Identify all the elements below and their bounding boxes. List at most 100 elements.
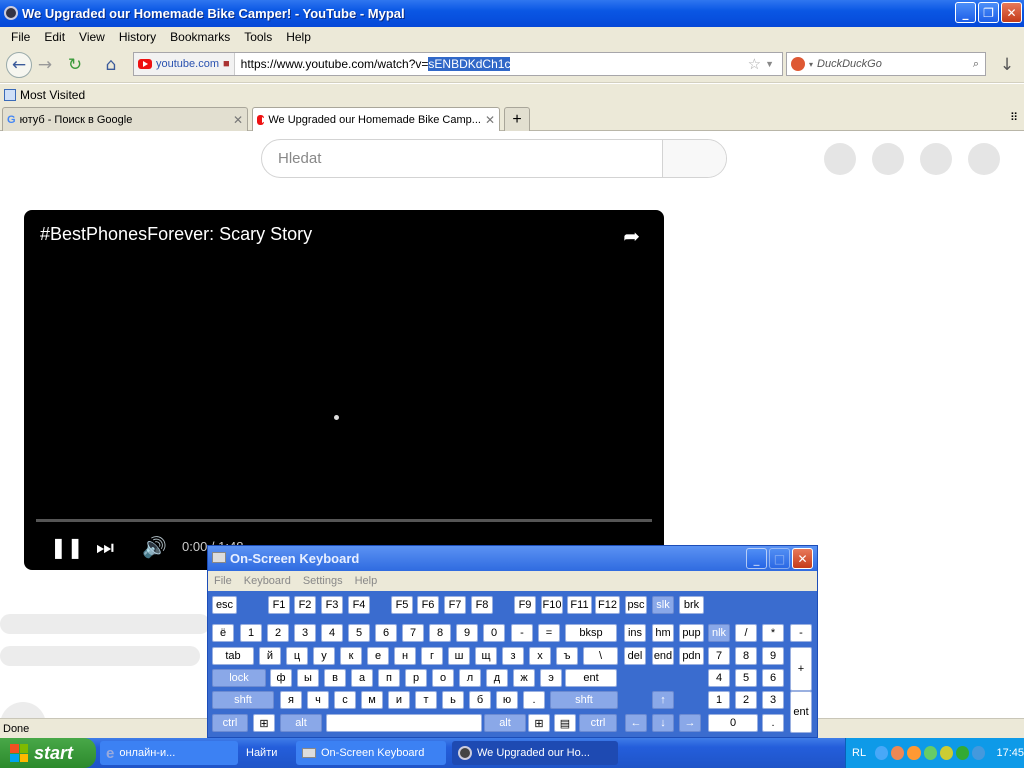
- taskbar-item-find[interactable]: Найти: [240, 741, 290, 765]
- placeholder-icon[interactable]: [824, 143, 856, 175]
- key-F7[interactable]: F7: [444, 596, 466, 614]
- menu-history[interactable]: History: [112, 30, 163, 44]
- key-bksp[interactable]: bksp: [565, 624, 617, 642]
- on-screen-keyboard-window[interactable]: On-Screen Keyboard _ □ ✕ File Keyboard S…: [207, 545, 818, 738]
- key-9[interactable]: 9: [456, 624, 478, 642]
- key-symbol[interactable]: з: [502, 647, 524, 665]
- placeholder-icon[interactable]: [920, 143, 952, 175]
- key-6[interactable]: 6: [762, 669, 784, 687]
- reload-icon[interactable]: ↻: [62, 52, 88, 78]
- key-symbol[interactable]: д: [486, 669, 508, 687]
- key-7[interactable]: 7: [402, 624, 424, 642]
- pause-icon[interactable]: ❚❚: [50, 535, 84, 559]
- key-symbol[interactable]: -: [511, 624, 533, 642]
- key-symbol[interactable]: ф: [270, 669, 292, 687]
- key-symbol[interactable]: г: [421, 647, 443, 665]
- key-F6[interactable]: F6: [417, 596, 439, 614]
- yt-search-button[interactable]: [662, 140, 726, 177]
- key-2[interactable]: 2: [735, 691, 757, 709]
- close-button[interactable]: ✕: [1001, 2, 1022, 23]
- up-arrow-icon[interactable]: ↑: [652, 691, 674, 709]
- key-symbol[interactable]: ш: [448, 647, 470, 665]
- key-symbol[interactable]: /: [735, 624, 757, 642]
- menu-view[interactable]: View: [72, 30, 112, 44]
- key-9[interactable]: 9: [762, 647, 784, 665]
- taskbar-item-browser[interactable]: e онлайн-и...: [100, 741, 238, 765]
- key-4[interactable]: 4: [708, 669, 730, 687]
- key-symbol[interactable]: =: [538, 624, 560, 642]
- key-F9[interactable]: F9: [514, 596, 536, 614]
- taskbar-item-osk[interactable]: On-Screen Keyboard: [296, 741, 446, 765]
- most-visited-link[interactable]: Most Visited: [20, 88, 85, 102]
- key-symbol[interactable]: п: [378, 669, 400, 687]
- key-ctrl[interactable]: ctrl: [579, 714, 617, 732]
- key-symbol[interactable]: ц: [286, 647, 308, 665]
- yt-search-input[interactable]: Hledat: [262, 140, 662, 177]
- key-8[interactable]: 8: [429, 624, 451, 642]
- key-nlk[interactable]: nlk: [708, 624, 730, 642]
- menu-file[interactable]: File: [4, 30, 37, 44]
- home-icon[interactable]: ⌂: [98, 52, 124, 78]
- key-3[interactable]: 3: [762, 691, 784, 709]
- key-6[interactable]: 6: [375, 624, 397, 642]
- placeholder-icon[interactable]: [872, 143, 904, 175]
- tray-app-icon[interactable]: [891, 746, 905, 760]
- key-symbol[interactable]: -: [790, 624, 812, 642]
- key-psc[interactable]: psc: [625, 596, 647, 614]
- key-symbol[interactable]: е: [367, 647, 389, 665]
- key-symbol[interactable]: а: [351, 669, 373, 687]
- right-arrow-icon[interactable]: →: [679, 714, 701, 732]
- language-indicator[interactable]: RL: [852, 747, 866, 759]
- url-bar[interactable]: youtube.com ■ https://www.youtube.com/wa…: [133, 52, 783, 76]
- key-symbol[interactable]: о: [432, 669, 454, 687]
- key-5[interactable]: 5: [735, 669, 757, 687]
- key-symbol[interactable]: л: [459, 669, 481, 687]
- key-F1[interactable]: F1: [268, 596, 290, 614]
- menu-bookmarks[interactable]: Bookmarks: [163, 30, 237, 44]
- key-0[interactable]: 0: [708, 714, 758, 732]
- key-symbol[interactable]: .: [523, 691, 545, 709]
- key-8[interactable]: 8: [735, 647, 757, 665]
- key-symbol[interactable]: *: [762, 624, 784, 642]
- key-F12[interactable]: F12: [595, 596, 620, 614]
- close-tab-icon[interactable]: ✕: [485, 113, 495, 127]
- key-shft[interactable]: shft: [550, 691, 618, 709]
- duckduckgo-icon[interactable]: [791, 57, 805, 71]
- key-ent[interactable]: ent: [565, 669, 617, 687]
- key-ins[interactable]: ins: [624, 624, 646, 642]
- key-symbol[interactable]: к: [340, 647, 362, 665]
- window-titlebar[interactable]: We Upgraded our Homemade Bike Camper! - …: [0, 0, 1024, 27]
- site-identity[interactable]: youtube.com ■: [134, 53, 235, 75]
- tray-app-icon[interactable]: [923, 746, 937, 760]
- tray-arrow-icon[interactable]: [875, 746, 889, 760]
- key-F11[interactable]: F11: [567, 596, 592, 614]
- progress-bar[interactable]: [36, 519, 652, 522]
- tray-app-icon[interactable]: [907, 746, 921, 760]
- key-symbol[interactable]: э: [540, 669, 562, 687]
- key-shft[interactable]: shft: [212, 691, 274, 709]
- menu-help[interactable]: Help: [279, 30, 318, 44]
- key-lock[interactable]: lock: [212, 669, 266, 687]
- key-symbol[interactable]: й: [259, 647, 281, 665]
- key-0[interactable]: 0: [483, 624, 505, 642]
- engine-dropdown-icon[interactable]: ▾: [809, 60, 813, 69]
- bookmark-star-icon[interactable]: ☆: [748, 55, 761, 73]
- key-esc[interactable]: esc: [212, 596, 237, 614]
- minimize-button[interactable]: _: [955, 2, 976, 23]
- tray-app-icon[interactable]: [939, 746, 954, 760]
- key-F2[interactable]: F2: [294, 596, 316, 614]
- back-icon[interactable]: ←: [6, 52, 32, 78]
- key-3[interactable]: 3: [294, 624, 316, 642]
- key-symbol[interactable]: .: [762, 714, 784, 732]
- volume-icon[interactable]: 🔊: [142, 535, 167, 559]
- video-title[interactable]: #BestPhonesForever: Scary Story: [40, 224, 312, 245]
- start-button[interactable]: start: [0, 738, 96, 768]
- key-brk[interactable]: brk: [679, 596, 704, 614]
- key-del[interactable]: del: [624, 647, 646, 665]
- key-symbol[interactable]: ж: [513, 669, 535, 687]
- key-7[interactable]: 7: [708, 647, 730, 665]
- key-pdn[interactable]: pdn: [679, 647, 704, 665]
- key-symbol[interactable]: т: [415, 691, 437, 709]
- key-F4[interactable]: F4: [348, 596, 370, 614]
- download-icon[interactable]: ↓: [994, 52, 1020, 78]
